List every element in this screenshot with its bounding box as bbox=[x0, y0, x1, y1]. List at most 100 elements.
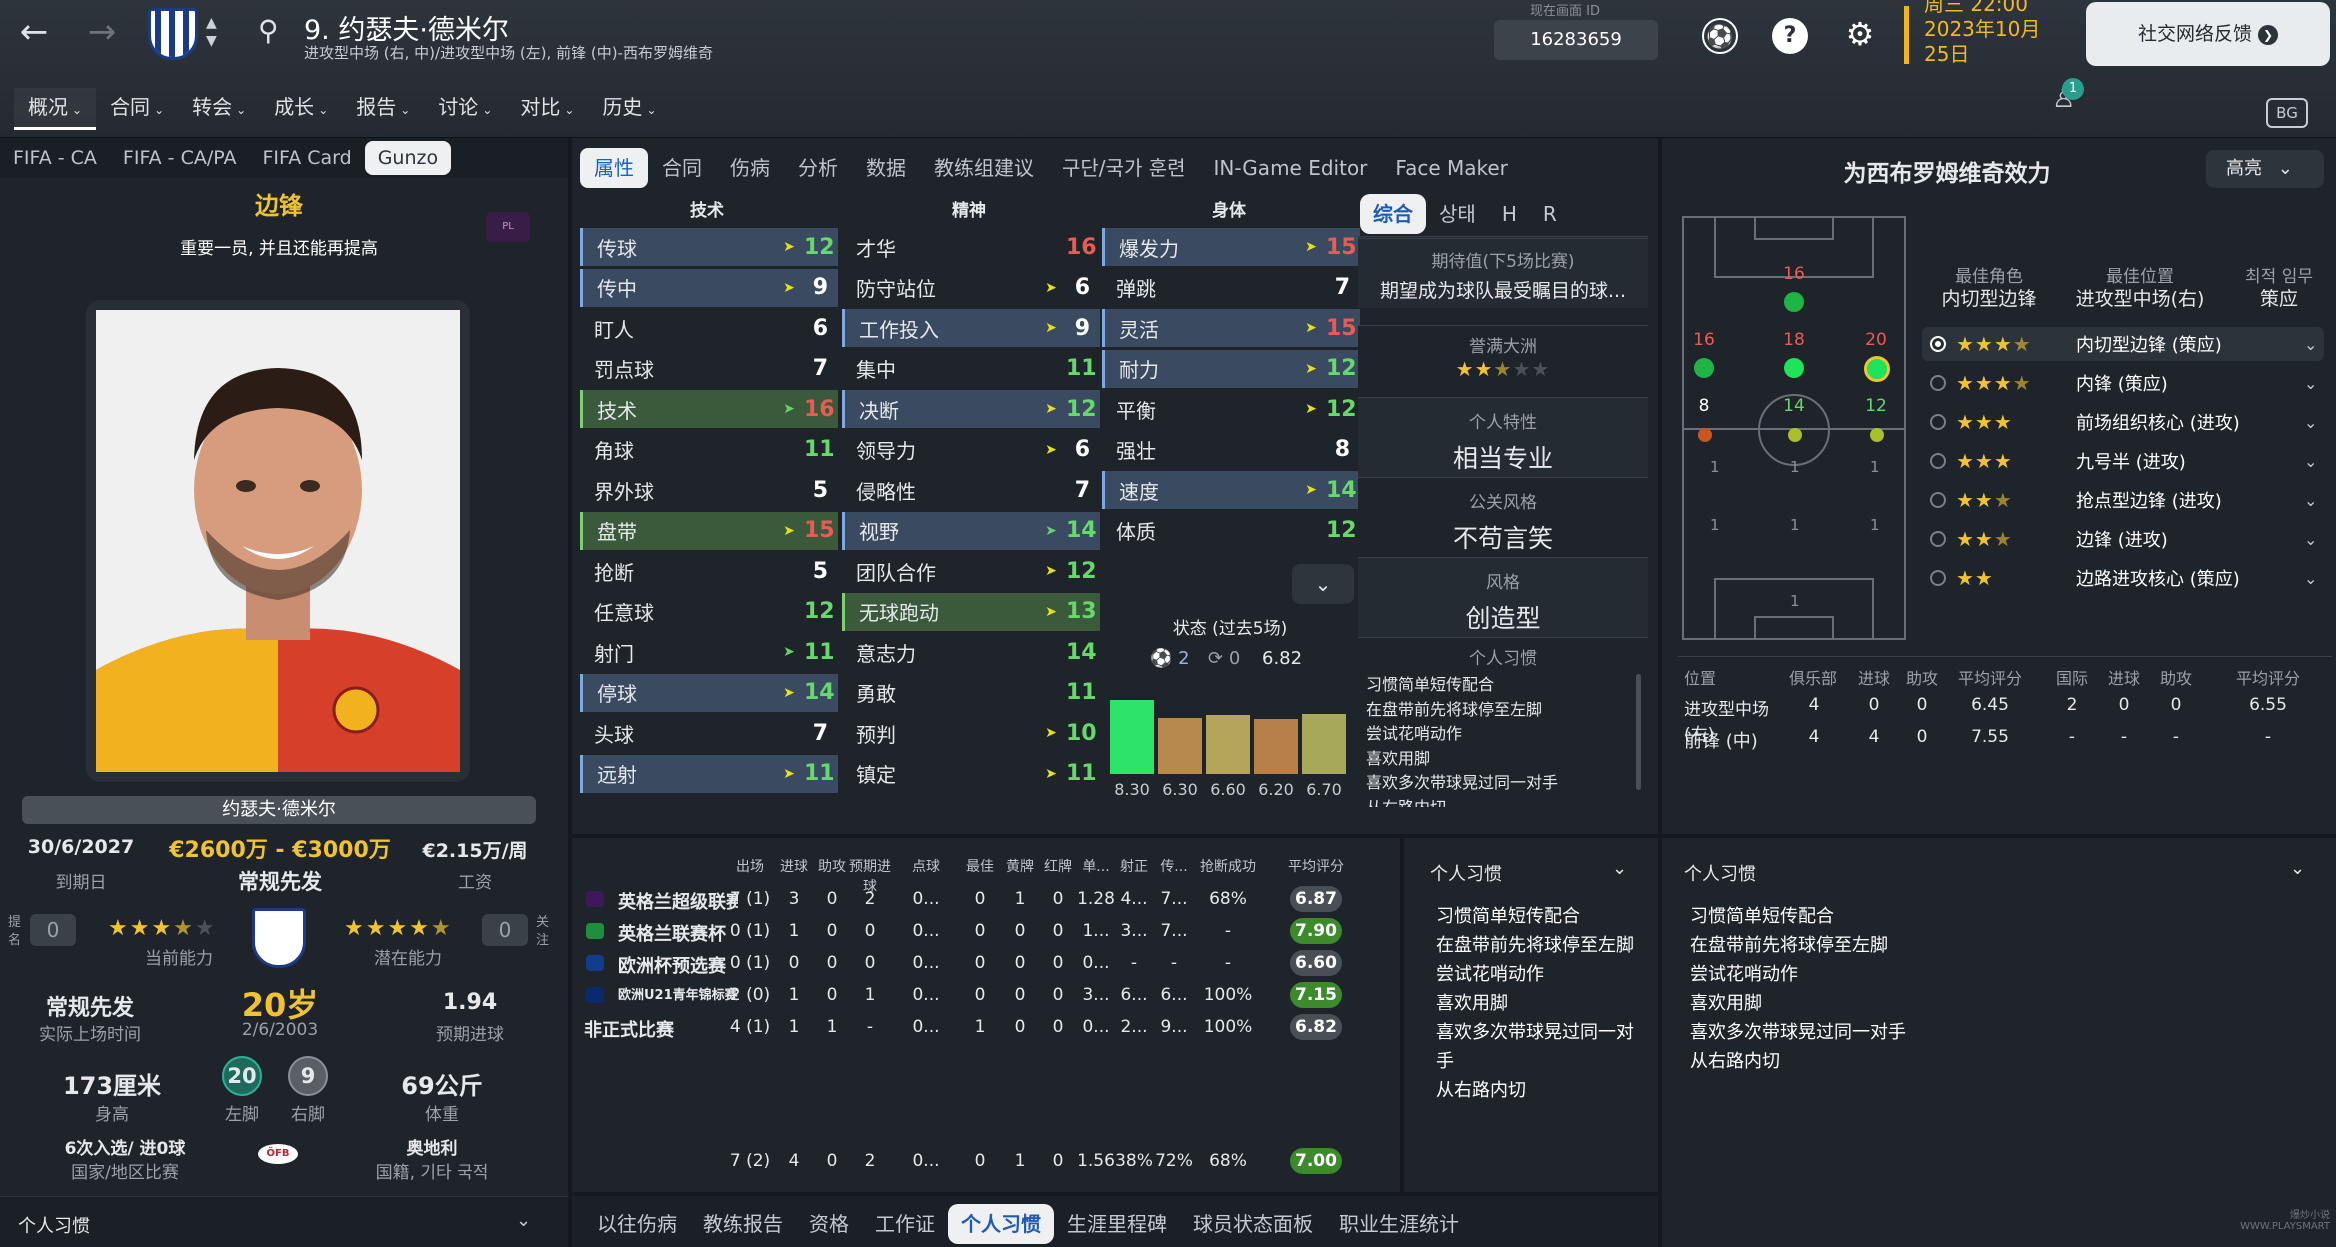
attr-row[interactable]: 停球 ➤ 14 bbox=[580, 673, 838, 712]
tab-reports[interactable]: 报告 ⌄ bbox=[342, 88, 424, 130]
help-icon[interactable]: ? bbox=[1772, 18, 1808, 54]
habits-scrollbar[interactable] bbox=[1636, 674, 1641, 790]
tab-face-maker[interactable]: Face Maker bbox=[1381, 148, 1522, 188]
highlight-dropdown[interactable]: 高亮 ⌄ bbox=[2206, 150, 2324, 188]
id-field[interactable]: 16283659 bbox=[1494, 20, 1658, 60]
attr-row[interactable]: 意志力 14 bbox=[842, 633, 1100, 671]
attr-row[interactable]: 决断 ➤ 12 bbox=[842, 390, 1100, 428]
gear-icon[interactable]: ⚙ bbox=[1842, 16, 1878, 52]
tab-training[interactable]: 구단/국가 훈련 bbox=[1048, 148, 1200, 188]
attr-row[interactable]: 勇敢 11 bbox=[842, 674, 1100, 712]
pitch-dot-mc[interactable] bbox=[1788, 428, 1802, 442]
attr-row[interactable]: 无球跑动 ➤ 13 bbox=[842, 592, 1100, 631]
tab-coach-advice[interactable]: 教练组建议 bbox=[920, 148, 1048, 188]
tab-personal-habits[interactable]: 个人习惯 bbox=[948, 1204, 1054, 1244]
left-count-box[interactable]: 0 bbox=[30, 914, 76, 946]
attr-row[interactable]: 抢断 5 bbox=[580, 552, 838, 590]
tab-overview[interactable]: 概况 ⌄ bbox=[14, 88, 97, 130]
stats-header[interactable]: 抢断成功 bbox=[1192, 856, 1264, 876]
tab-history[interactable]: 历史 ⌄ bbox=[588, 88, 670, 130]
role-item[interactable]: ★★★ 前场组织核心 (进攻) ⌄ bbox=[1922, 405, 2324, 439]
attr-row[interactable]: 耐力 ➤ 12 bbox=[1102, 349, 1360, 388]
tab-discuss[interactable]: 讨论 ⌄ bbox=[424, 88, 506, 130]
tab-development[interactable]: 成长 ⌄ bbox=[260, 88, 342, 130]
back-icon[interactable]: ← bbox=[10, 12, 58, 52]
attr-row[interactable]: 传球 ➤ 12 bbox=[580, 228, 838, 266]
stats-header[interactable]: 平均评分 bbox=[1280, 856, 1352, 876]
attr-row[interactable]: 界外球 5 bbox=[580, 471, 838, 509]
tab-milestones[interactable]: 生涯里程碑 bbox=[1054, 1204, 1180, 1244]
tab-eligibility[interactable]: 资格 bbox=[796, 1204, 862, 1244]
tab-general[interactable]: 综合 bbox=[1360, 194, 1426, 234]
attr-row[interactable]: 体质 12 bbox=[1102, 512, 1360, 550]
tab-contract[interactable]: 合同 ⌄ bbox=[96, 88, 178, 130]
attr-row[interactable]: 任意球 12 bbox=[580, 593, 838, 631]
attr-row[interactable]: 传中 ➤ 9 bbox=[580, 268, 838, 307]
attr-row[interactable]: 射门 ➤ 11 bbox=[580, 633, 838, 671]
attr-row[interactable]: 集中 11 bbox=[842, 350, 1100, 388]
pos-header[interactable]: 助攻 bbox=[2146, 665, 2206, 689]
attr-row[interactable]: 罚点球 7 bbox=[580, 350, 838, 388]
attr-row[interactable]: 远射 ➤ 11 bbox=[580, 754, 838, 793]
attr-row[interactable]: 视野 ➤ 14 bbox=[842, 511, 1100, 550]
chevron-down-icon[interactable]: ⌄ bbox=[2290, 858, 2305, 879]
stats-row[interactable]: 英格兰联赛杯 0 (1) 1 0 0 0... 0 0 0 1... 3... 7... -7.90 bbox=[580, 916, 1392, 946]
social-feedback-button[interactable]: 社交网络反馈 ❯ bbox=[2086, 2, 2330, 66]
stats-row[interactable]: 欧洲U21青年锦标赛预选赛2 (0)1010...0003...6...6...… bbox=[580, 980, 1392, 1010]
chevron-down-icon[interactable]: ⌄ bbox=[1612, 858, 1627, 879]
role-item[interactable]: ★★★ 九号半 (进攻) ⌄ bbox=[1922, 444, 2324, 478]
tab-transfer[interactable]: 转会 ⌄ bbox=[178, 88, 260, 130]
attr-row[interactable]: 角球 11 bbox=[580, 431, 838, 469]
attr-row[interactable]: 镇定 ➤ 11 bbox=[842, 755, 1100, 793]
tab-form-panel[interactable]: 球员状态面板 bbox=[1180, 1204, 1326, 1244]
tab-analysis[interactable]: 分析 bbox=[784, 148, 852, 188]
tab-coach-report[interactable]: 教练报告 bbox=[690, 1204, 796, 1244]
stats-header[interactable]: 点球 bbox=[900, 856, 952, 876]
game-date[interactable]: 周三 22:00 2023年10月 25日 bbox=[1924, 0, 2040, 67]
attr-row[interactable]: 爆发力 ➤ 15 bbox=[1102, 228, 1360, 266]
role-item[interactable]: ★★ 边路进攻核心 (策应) ⌄ bbox=[1922, 561, 2324, 595]
attr-row[interactable]: 盘带 ➤ 15 bbox=[580, 511, 838, 550]
stats-row[interactable]: 英格兰超级联赛 7 (1) 3 0 2 0... 0 1 0 1.28 4... 7... 68% 6.8… bbox=[580, 884, 1392, 914]
role-item[interactable]: ★★★ 边锋 (进攻) ⌄ bbox=[1922, 522, 2324, 556]
expand-chevron-icon[interactable]: ⌄ bbox=[1292, 564, 1354, 604]
attr-row[interactable]: 工作投入 ➤ 9 bbox=[842, 309, 1100, 347]
badge-icon[interactable]: BG bbox=[2266, 98, 2308, 128]
tab-work-permit[interactable]: 工作证 bbox=[862, 1204, 948, 1244]
attr-row[interactable]: 盯人 6 bbox=[580, 309, 838, 347]
attr-row[interactable]: 团队合作 ➤ 12 bbox=[842, 552, 1100, 590]
tab-attributes[interactable]: 属性 bbox=[580, 148, 648, 188]
pitch-dot-amr[interactable] bbox=[1864, 356, 1890, 382]
attr-row[interactable]: 领导力 ➤ 6 bbox=[842, 431, 1100, 469]
pos-header[interactable]: 位置 bbox=[1684, 665, 1744, 689]
attr-row[interactable]: 预判 ➤ 10 bbox=[842, 714, 1100, 752]
tab-injury[interactable]: 伤病 bbox=[716, 148, 784, 188]
attr-row[interactable]: 速度 ➤ 14 bbox=[1102, 471, 1360, 509]
tab-compare[interactable]: 对比 ⌄ bbox=[506, 88, 588, 130]
tab-contract-2[interactable]: 合同 bbox=[648, 148, 716, 188]
role-item[interactable]: ★★★★ 内锋 (策应) ⌄ bbox=[1922, 366, 2324, 400]
pitch-dot-st[interactable] bbox=[1784, 292, 1804, 312]
player-switch-arrows-icon[interactable]: ▲ ▼ bbox=[206, 14, 217, 50]
pos-header[interactable]: 平均评分 bbox=[2218, 665, 2318, 689]
pos-header[interactable]: 国际 bbox=[2042, 665, 2102, 689]
subtab-fifa-capa[interactable]: FIFA - CA/PA bbox=[110, 141, 250, 175]
stats-row[interactable]: 非正式比赛 4 (1) 1 1-0... 1 0 0 0... 2... 9... 100% 6.82 bbox=[580, 1012, 1392, 1042]
tab-ingame-editor[interactable]: IN-Game Editor bbox=[1200, 148, 1382, 188]
attr-row[interactable]: 头球 7 bbox=[580, 714, 838, 752]
pos-header[interactable]: 进球 bbox=[2094, 665, 2154, 689]
stats-row[interactable]: 欧洲杯预选赛 0 (1) 0 0 0 0... 0 0 0 0... - - -6.60 bbox=[580, 948, 1392, 978]
attr-row[interactable]: 防守站位 ➤ 6 bbox=[842, 269, 1100, 307]
attr-row[interactable]: 弹跳 7 bbox=[1102, 269, 1360, 307]
chevron-down-icon[interactable]: ⌄ bbox=[516, 1210, 531, 1231]
tab-career-stats[interactable]: 职业生涯统计 bbox=[1326, 1204, 1472, 1244]
tab-data[interactable]: 数据 bbox=[852, 148, 920, 188]
search-icon[interactable]: ⚲ bbox=[258, 14, 279, 47]
tab-r[interactable]: R bbox=[1530, 194, 1570, 234]
role-item[interactable]: ★★★ 抢点型边锋 (进攻) ⌄ bbox=[1922, 483, 2324, 517]
pitch-dot-mr[interactable] bbox=[1870, 428, 1884, 442]
subtab-fifa-ca[interactable]: FIFA - CA bbox=[0, 141, 110, 175]
tab-past-injuries[interactable]: 以往伤病 bbox=[584, 1204, 690, 1244]
right-count-box[interactable]: 0 bbox=[482, 914, 528, 946]
pitch-dot-aml[interactable] bbox=[1694, 358, 1714, 378]
